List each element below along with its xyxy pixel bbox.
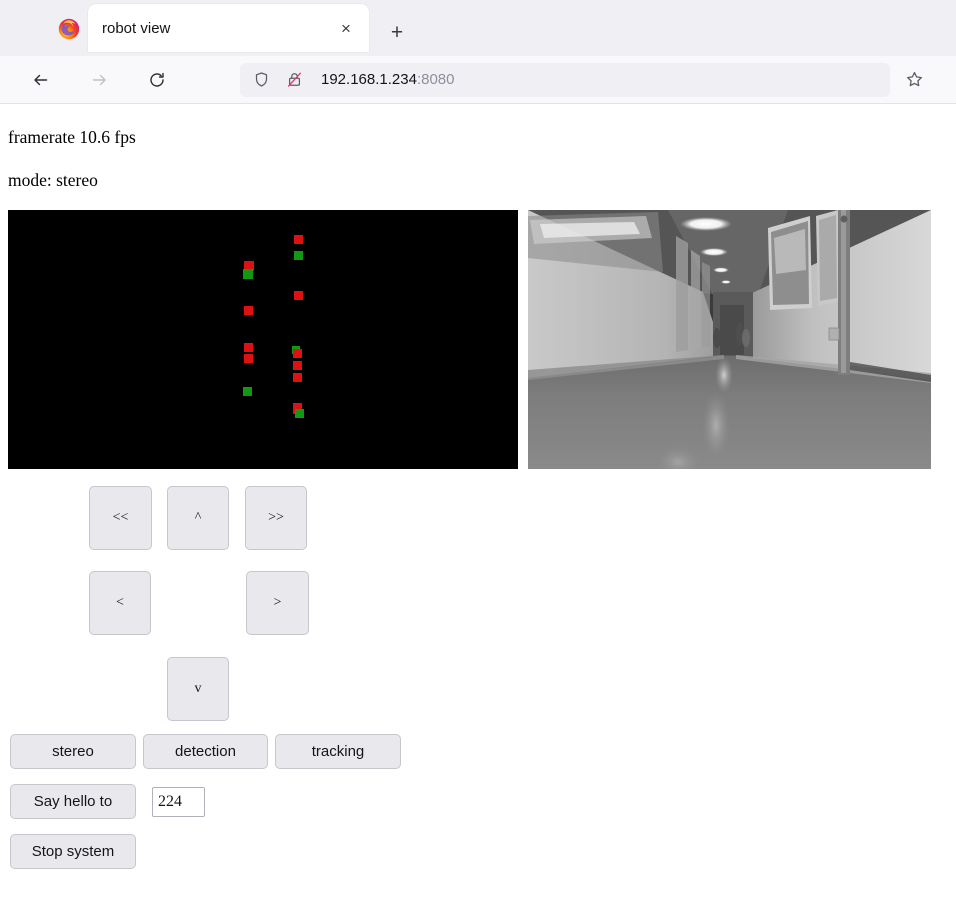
new-tab-button[interactable]: + (381, 16, 413, 48)
disparity-marker (293, 373, 302, 382)
back-arrow-icon[interactable] (24, 63, 58, 97)
url-text: 192.168.1.234:8080 (321, 71, 454, 88)
disparity-marker (295, 409, 304, 418)
url-bar[interactable]: 192.168.1.234:8080 (240, 62, 890, 97)
stereo-disparity-view[interactable] (8, 210, 518, 469)
page-content: framerate 10.6 fps mode: stereo << ^ >> … (0, 104, 956, 869)
browser-tab[interactable]: robot view × (88, 4, 369, 52)
robot-direction-pad: << ^ >> < > v (0, 485, 956, 725)
forward-arrow-icon (82, 63, 116, 97)
back-button[interactable]: v (167, 657, 229, 721)
hello-target-input[interactable] (152, 786, 205, 817)
url-port: :8080 (416, 71, 455, 88)
lock-crossed-insecure-icon[interactable] (286, 71, 303, 88)
disparity-marker (244, 343, 253, 352)
disparity-marker (293, 361, 302, 370)
detection-button[interactable]: detection (143, 734, 268, 769)
reload-icon[interactable] (140, 63, 174, 97)
camera-view[interactable] (528, 210, 931, 469)
browser-window: robot view × + 192.168.1.234:8080 framer… (0, 0, 956, 869)
stop-system-button[interactable]: Stop system (10, 834, 136, 869)
mode-text: mode: stereo (8, 170, 98, 190)
disparity-marker (293, 349, 302, 358)
disparity-marker (243, 269, 253, 279)
disparity-marker (244, 354, 253, 363)
say-hello-row: Say hello to (0, 784, 956, 819)
close-icon[interactable]: × (333, 15, 359, 41)
say-hello-button[interactable]: Say hello to (10, 784, 136, 819)
tracking-button[interactable]: tracking (275, 734, 401, 769)
rotate-right-button[interactable]: >> (245, 486, 307, 550)
panel-gap (518, 210, 528, 469)
right-button[interactable]: > (246, 571, 309, 635)
url-host: 192.168.1.234 (321, 71, 417, 88)
navigation-toolbar: 192.168.1.234:8080 (0, 56, 956, 104)
rotate-left-button[interactable]: << (89, 486, 152, 550)
left-button[interactable]: < (89, 571, 151, 635)
disparity-marker (294, 235, 303, 244)
tab-title: robot view (102, 19, 171, 37)
stop-row: Stop system (0, 834, 956, 869)
shield-icon[interactable] (253, 71, 270, 88)
mode-button-row: stereo detection tracking (0, 734, 956, 769)
disparity-marker (294, 291, 303, 300)
firefox-logo-icon (58, 18, 80, 40)
framerate-text: framerate 10.6 fps (8, 127, 136, 147)
disparity-marker (244, 306, 253, 315)
video-row (0, 210, 956, 469)
disparity-marker (294, 251, 303, 260)
disparity-marker (243, 387, 252, 396)
stereo-button[interactable]: stereo (10, 734, 136, 769)
star-icon[interactable] (898, 64, 930, 96)
forward-button[interactable]: ^ (167, 486, 229, 550)
tab-strip: robot view × + (0, 0, 956, 56)
